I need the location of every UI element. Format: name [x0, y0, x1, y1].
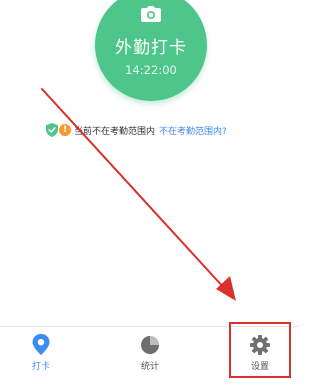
tab-stats-label: 统计 — [140, 362, 159, 372]
field-punch-button[interactable]: 外勤打卡 14:22:00 — [95, 0, 207, 101]
punch-time: 14:22:00 — [125, 63, 177, 77]
bottom-tab-bar: 打卡 统计 设置 — [0, 326, 300, 387]
location-status-text: 当前不在考勤范围内 — [74, 126, 156, 137]
punch-label: 外勤打卡 — [115, 38, 187, 58]
camera-icon — [141, 6, 161, 22]
tab-settings[interactable]: 设置 — [220, 327, 300, 386]
warning-icon: ! — [59, 124, 71, 136]
location-pin-icon — [32, 334, 50, 355]
gear-icon — [250, 335, 270, 355]
location-status: ! 当前不在考勤范围内 不在考勤范围内? — [46, 122, 227, 138]
tab-punch[interactable]: 打卡 — [1, 327, 81, 386]
tab-settings-label: 设置 — [250, 362, 269, 372]
pie-chart-icon — [141, 336, 159, 354]
tab-stats[interactable]: 统计 — [110, 327, 190, 386]
tab-punch-label: 打卡 — [31, 362, 50, 372]
out-of-range-help-link[interactable]: 不在考勤范围内? — [159, 124, 227, 137]
shield-check-icon — [46, 123, 58, 137]
